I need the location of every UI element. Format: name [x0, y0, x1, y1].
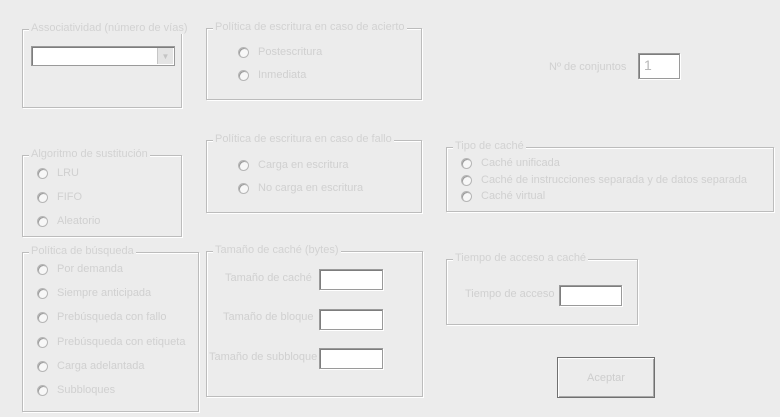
fetch-option-prebusqueda-fallo[interactable]: Prebúsqueda con fallo — [37, 310, 166, 324]
option-label: Por demanda — [57, 263, 124, 275]
cache-type-group: Tipo de caché Caché unificada Caché de i… — [446, 140, 774, 212]
write-hit-option-inmediata[interactable]: Inmediata — [238, 68, 306, 82]
subblock-size-label: Tamaño de subbloque — [209, 351, 318, 363]
cache-size-group: Tamaño de caché (bytes) Tamaño de caché … — [206, 244, 423, 397]
cache-type-option-virtual[interactable]: Caché virtual — [461, 189, 545, 203]
replacement-group: Algoritmo de sustitución LRU FIFO Aleato… — [22, 148, 182, 237]
access-time-input[interactable] — [559, 285, 622, 306]
num-sets-value: 1 — [644, 57, 652, 73]
write-miss-option-no-carga[interactable]: No carga en escritura — [238, 181, 363, 195]
chevron-down-icon[interactable]: ▼ — [157, 48, 173, 64]
option-label: Aleatorio — [57, 215, 101, 227]
option-label: Caché virtual — [481, 190, 546, 202]
radio-button[interactable] — [238, 159, 249, 171]
replacement-option-aleatorio[interactable]: Aleatorio — [37, 214, 100, 228]
radio-button[interactable] — [37, 384, 48, 396]
cache-size-label: Tamaño de caché — [225, 272, 312, 284]
fetch-option-prebusqueda-etiqueta[interactable]: Prebúsqueda con etiqueta — [37, 335, 185, 349]
radio-button[interactable] — [37, 311, 48, 323]
num-sets-label: Nº de conjuntos — [549, 61, 627, 73]
radio-button[interactable] — [461, 190, 472, 202]
block-size-label: Tamaño de bloque — [223, 311, 314, 323]
radio-button[interactable] — [37, 336, 48, 348]
num-sets-input[interactable]: 1 — [638, 53, 680, 79]
write-miss-policy-group: Política de escritura en caso de fallo C… — [206, 133, 422, 213]
option-label: FIFO — [57, 191, 83, 203]
block-size-input[interactable] — [319, 309, 383, 330]
option-label: Prebúsqueda con etiqueta — [57, 336, 186, 348]
radio-button[interactable] — [238, 182, 249, 194]
subblock-size-input[interactable] — [319, 348, 383, 369]
option-label: LRU — [57, 167, 80, 179]
cache-size-title: Tamaño de caché (bytes) — [213, 244, 341, 256]
replacement-option-fifo[interactable]: FIFO — [37, 190, 82, 204]
radio-button[interactable] — [461, 157, 472, 169]
option-label: Siempre anticipada — [57, 287, 152, 299]
radio-button[interactable] — [461, 174, 472, 186]
radio-button[interactable] — [37, 287, 48, 299]
option-label: Prebúsqueda con fallo — [57, 311, 167, 323]
option-label: Caché de instrucciones separada y de dat… — [481, 174, 748, 186]
radio-button[interactable] — [37, 360, 48, 372]
option-label: Carga adelantada — [57, 360, 145, 372]
fetch-option-por-demanda[interactable]: Por demanda — [37, 262, 123, 276]
fetch-option-subbloques[interactable]: Subbloques — [37, 383, 115, 397]
associativity-select[interactable]: ▼ — [31, 46, 175, 66]
associativity-group: Associatividad (número de vías) ▼ — [22, 22, 190, 108]
fetch-policy-group: Política de búsqueda Por demanda Siempre… — [22, 245, 199, 412]
radio-button[interactable] — [37, 191, 48, 203]
cache-type-option-separada[interactable]: Caché de instrucciones separada y de dat… — [461, 173, 747, 187]
replacement-option-lru[interactable]: LRU — [37, 166, 79, 180]
accept-button-label: Aceptar — [587, 371, 625, 384]
access-time-title: Tiempo de acceso a caché — [453, 252, 589, 264]
option-label: Subbloques — [57, 384, 116, 396]
fetch-option-carga-adelantada[interactable]: Carga adelantada — [37, 359, 144, 373]
fetch-option-siempre-anticipada[interactable]: Siempre anticipada — [37, 286, 151, 300]
radio-button[interactable] — [238, 69, 249, 81]
option-label: Postescritura — [258, 46, 323, 58]
write-hit-policy-group: Política de escritura en caso de acierto… — [206, 21, 422, 100]
radio-button[interactable] — [37, 263, 48, 275]
replacement-title: Algoritmo de sustitución — [29, 148, 150, 160]
associativity-title: Associatividad (número de vías) — [29, 22, 190, 34]
fetch-policy-title: Política de búsqueda — [29, 245, 136, 257]
option-label: Inmediata — [258, 69, 307, 81]
accept-button[interactable]: Aceptar — [557, 357, 655, 398]
write-hit-policy-title: Política de escritura en caso de acierto — [213, 21, 407, 33]
write-miss-option-carga[interactable]: Carga en escritura — [238, 158, 349, 172]
access-time-group: Tiempo de acceso a caché Tiempo de acces… — [446, 252, 638, 325]
option-label: Caché unificada — [481, 157, 560, 169]
cache-type-title: Tipo de caché — [453, 140, 526, 152]
radio-button[interactable] — [37, 215, 48, 227]
option-label: Carga en escritura — [258, 159, 349, 171]
access-time-label: Tiempo de acceso — [465, 288, 555, 300]
cache-type-option-unificada[interactable]: Caché unificada — [461, 156, 560, 170]
cache-size-input[interactable] — [319, 269, 383, 290]
write-miss-policy-title: Política de escritura en caso de fallo — [213, 133, 394, 145]
option-label: No carga en escritura — [258, 182, 364, 194]
radio-button[interactable] — [238, 46, 249, 58]
write-hit-option-postescritura[interactable]: Postescritura — [238, 45, 322, 59]
radio-button[interactable] — [37, 167, 48, 179]
